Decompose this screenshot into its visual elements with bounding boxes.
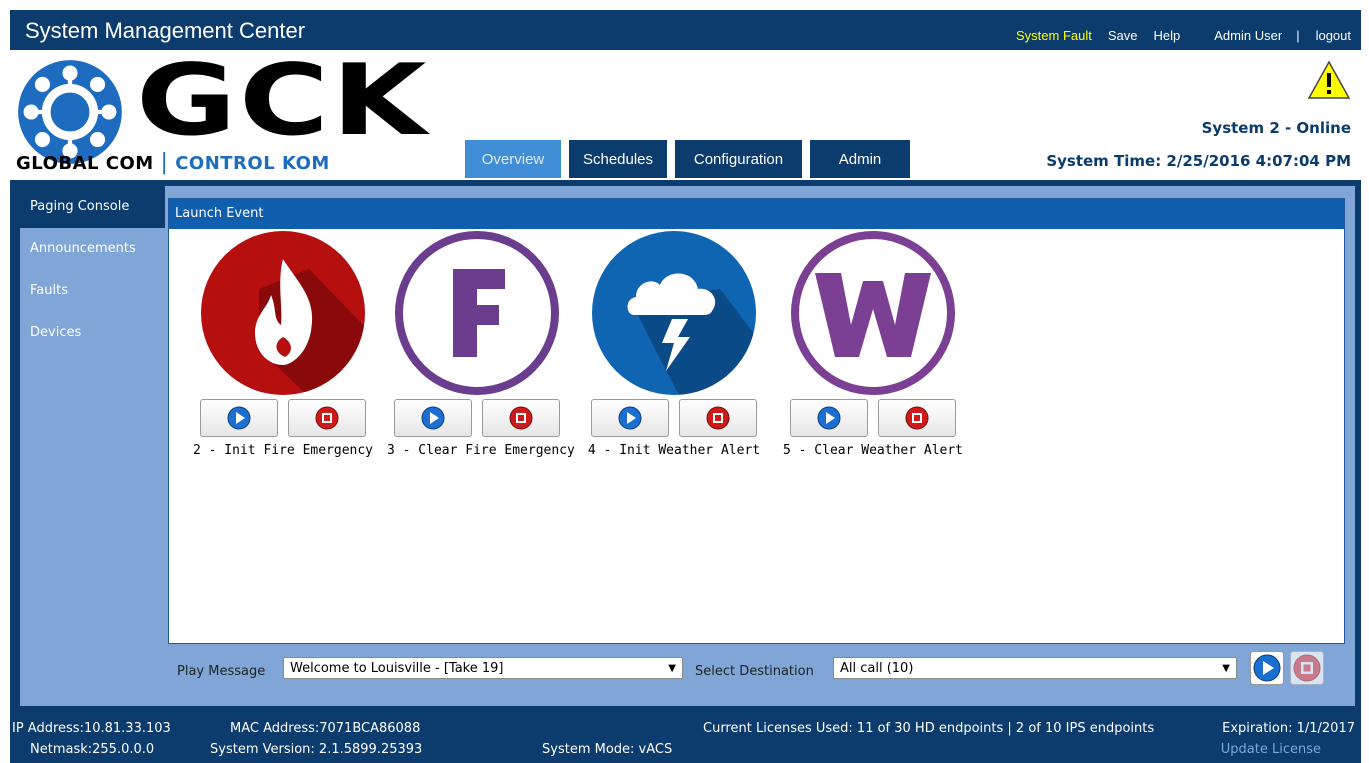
logout-link[interactable]: logout <box>1316 28 1351 43</box>
system-version: System Version: 2.1.5899.25393 <box>210 742 423 757</box>
main-area: Paging Console Announcements Faults Devi… <box>10 180 1361 712</box>
event-controls <box>783 399 963 437</box>
stop-icon <box>315 406 339 430</box>
event-label: 5 - Clear Weather Alert <box>783 443 964 458</box>
system-status: System 2 - Online <box>1201 119 1351 137</box>
play-message-select[interactable]: Welcome to Louisville - [Take 19] ▼ <box>283 657 683 679</box>
select-destination-label: Select Destination <box>695 664 814 679</box>
play-message-bar: Play Message Welcome to Louisville - [Ta… <box>165 651 1355 695</box>
storm-cloud-icon[interactable] <box>590 229 758 397</box>
destination-select[interactable]: All call (10) ▼ <box>833 657 1237 679</box>
event-card: 2 - Init Fire Emergency <box>193 229 373 458</box>
event-label: 2 - Init Fire Emergency <box>193 443 374 458</box>
event-label: 3 - Clear Fire Emergency <box>387 443 575 458</box>
warning-icon[interactable] <box>1307 60 1351 100</box>
nav-separator: | <box>1296 28 1300 43</box>
sidebar-item-paging-console[interactable]: Paging Console <box>20 186 165 228</box>
stop-button[interactable] <box>288 399 366 437</box>
tab-overview[interactable]: Overview <box>465 140 561 178</box>
sidebar-item-announcements[interactable]: Announcements <box>20 228 165 270</box>
netmask: Netmask:255.0.0.0 <box>30 742 155 757</box>
stop-button[interactable] <box>482 399 560 437</box>
save-link[interactable]: Save <box>1108 28 1138 43</box>
play-icon <box>817 406 841 430</box>
license-usage: Current Licenses Used: 11 of 30 HD endpo… <box>703 721 1155 736</box>
stop-button[interactable] <box>878 399 956 437</box>
main-tabs: Overview Schedules Configuration Admin <box>465 140 918 178</box>
system-fault-link[interactable]: System Fault <box>1016 28 1092 43</box>
stop-icon <box>706 406 730 430</box>
logo-tagline-left: GLOBAL COM <box>16 153 154 174</box>
logo-tagline-right: CONTROL KOM <box>175 153 330 174</box>
event-controls <box>584 399 764 437</box>
launch-event-panel: Launch Event 2 - Init Fire Emergency 3 -… <box>168 198 1345 644</box>
logo-tagline: GLOBAL COM | CONTROL KOM <box>16 150 330 175</box>
top-nav: System Fault Save Help Admin User | logo… <box>1000 28 1351 43</box>
play-button[interactable] <box>790 399 868 437</box>
fire-icon[interactable] <box>199 229 367 397</box>
tab-admin[interactable]: Admin <box>810 140 910 178</box>
play-icon <box>227 406 251 430</box>
letter-w-icon[interactable] <box>789 229 957 397</box>
play-message-value: Welcome to Louisville - [Take 19] <box>290 661 504 676</box>
event-label: 4 - Init Weather Alert <box>587 443 761 458</box>
system-mode: System Mode: vACS <box>542 742 673 757</box>
chevron-down-icon: ▼ <box>668 663 676 674</box>
ip-address: IP Address:10.81.33.103 <box>12 721 171 736</box>
admin-user-link[interactable]: Admin User <box>1214 28 1282 43</box>
update-license-link[interactable]: Update License <box>1221 742 1321 757</box>
event-card: 4 - Init Weather Alert <box>584 229 764 458</box>
logo-tagline-separator: | <box>160 150 169 175</box>
sidebar: Paging Console Announcements Faults Devi… <box>20 186 165 706</box>
play-message-button[interactable] <box>1250 651 1284 685</box>
play-button[interactable] <box>200 399 278 437</box>
system-time: System Time: 2/25/2016 4:07:04 PM <box>1046 152 1351 170</box>
mac-address: MAC Address:7071BCA86088 <box>230 721 421 736</box>
help-link[interactable]: Help <box>1154 28 1181 43</box>
content-area: Launch Event 2 - Init Fire Emergency 3 -… <box>165 186 1355 706</box>
sidebar-item-faults[interactable]: Faults <box>20 270 165 312</box>
chevron-down-icon: ▼ <box>1222 663 1230 674</box>
event-card: 3 - Clear Fire Emergency <box>387 229 575 458</box>
destination-value: All call (10) <box>840 661 914 676</box>
play-button[interactable] <box>591 399 669 437</box>
event-controls <box>387 399 567 437</box>
status-footer: IP Address:10.81.33.103 Netmask:255.0.0.… <box>10 712 1361 763</box>
play-button[interactable] <box>394 399 472 437</box>
play-icon <box>618 406 642 430</box>
event-card: 5 - Clear Weather Alert <box>783 229 963 458</box>
stop-button[interactable] <box>679 399 757 437</box>
logo-wordmark: GCK <box>136 44 429 158</box>
play-icon <box>421 406 445 430</box>
panel-title: Launch Event <box>169 199 1344 229</box>
stop-message-button[interactable] <box>1290 651 1324 685</box>
letter-f-icon[interactable] <box>393 229 561 397</box>
tab-configuration[interactable]: Configuration <box>675 140 802 178</box>
stop-icon <box>509 406 533 430</box>
play-message-label: Play Message <box>177 664 266 679</box>
app-title: System Management Center <box>25 18 306 43</box>
tab-schedules[interactable]: Schedules <box>569 140 667 178</box>
event-controls <box>193 399 373 437</box>
stop-icon <box>905 406 929 430</box>
sidebar-item-devices[interactable]: Devices <box>20 312 165 354</box>
license-expiration: Expiration: 1/1/2017 <box>1222 721 1355 736</box>
